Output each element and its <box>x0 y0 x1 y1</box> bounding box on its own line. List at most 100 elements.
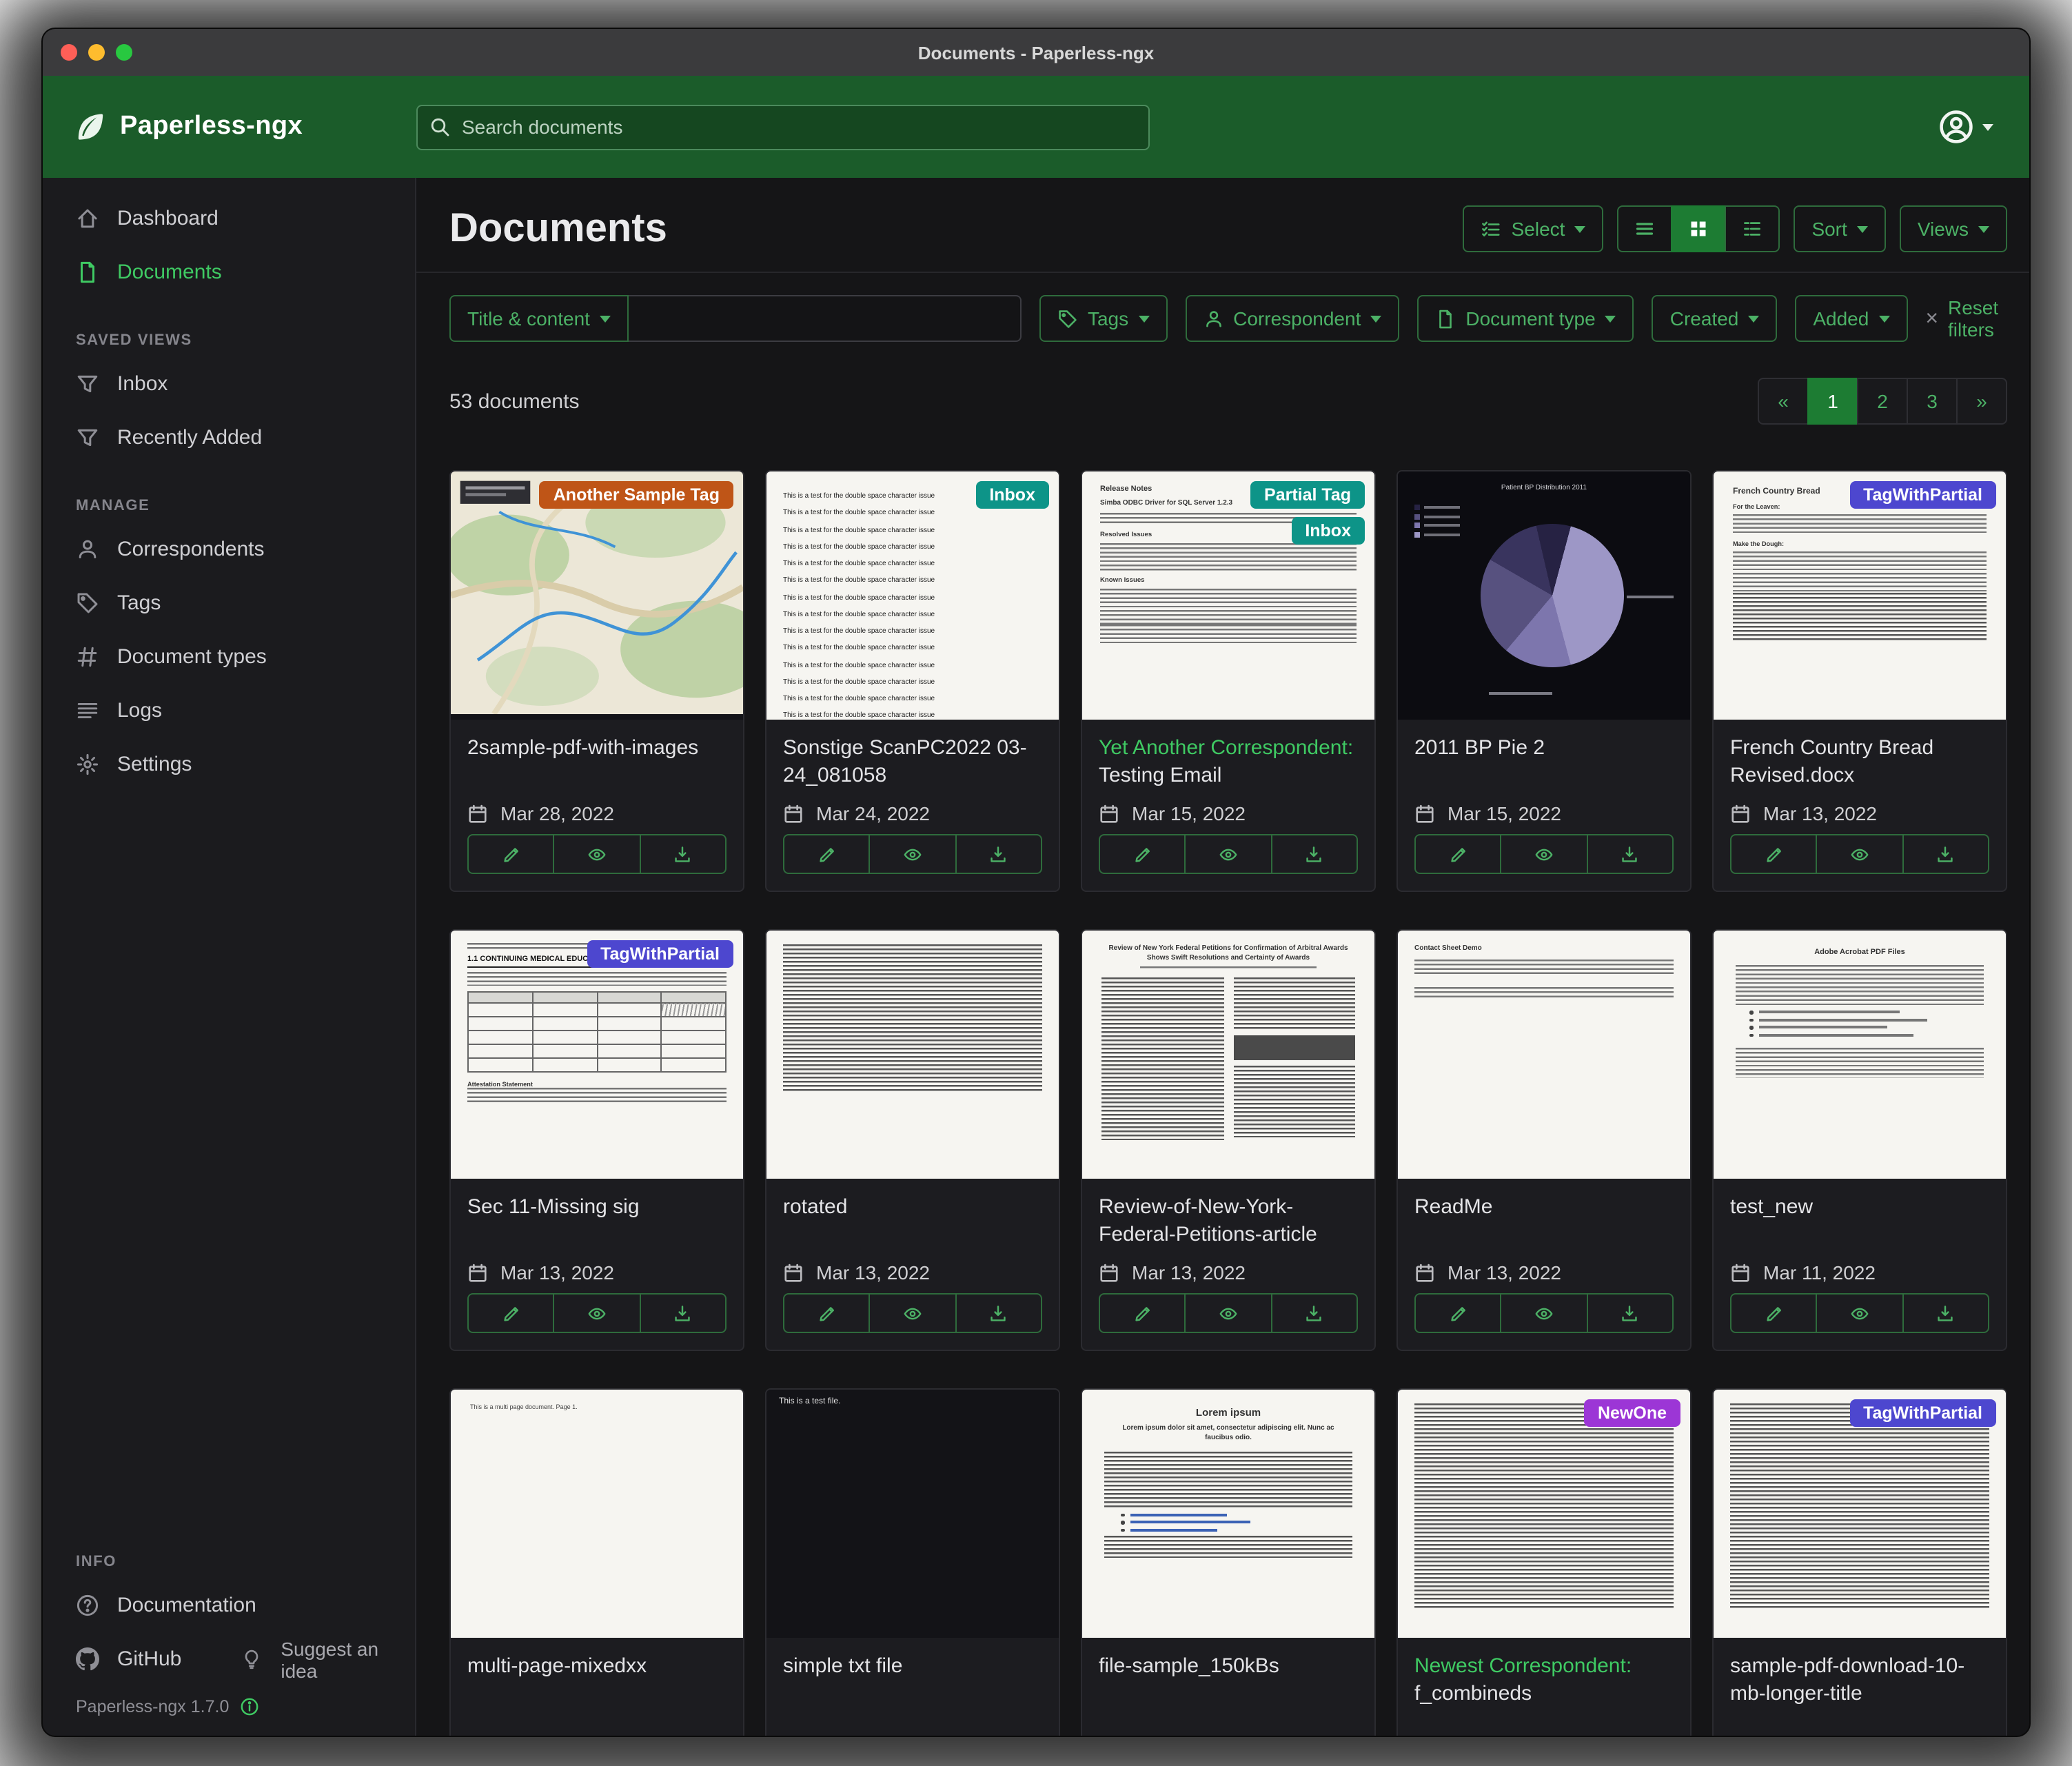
view-button[interactable] <box>1185 834 1272 874</box>
views-button[interactable]: Views <box>1900 205 2007 252</box>
document-thumbnail[interactable]: This is a test for the double space char… <box>766 471 1059 720</box>
filter-correspondent-button[interactable]: Correspondent <box>1185 295 1399 342</box>
document-card[interactable]: Release NotesSimba ODBC Driver for SQL S… <box>1081 470 1376 892</box>
document-thumbnail[interactable]: French Country Bread For the Leaven: Mak… <box>1714 471 2006 720</box>
sidebar-item-github[interactable]: GitHub <box>43 1632 181 1686</box>
document-card[interactable]: This is a multi page document. Page 1. m… <box>449 1388 744 1736</box>
document-card[interactable]: Lorem ipsumLorem ipsum dolor sit amet, c… <box>1081 1388 1376 1736</box>
document-card[interactable]: Contact Sheet Demo ReadMe Mar 13, 2022 <box>1396 929 1692 1351</box>
sidebar-item-logs[interactable]: Logs <box>43 684 415 738</box>
view-button[interactable] <box>1501 834 1588 874</box>
brand[interactable]: Paperless-ngx <box>43 110 416 143</box>
document-card[interactable]: Adobe Acrobat PDF Files test_new Mar 11,… <box>1712 929 2007 1351</box>
document-card[interactable]: TagWithPartial sample-pdf-download-10-mb… <box>1712 1388 2007 1736</box>
document-title[interactable]: Review-of-New-York-Federal-Petitions-art… <box>1099 1194 1358 1248</box>
sort-button[interactable]: Sort <box>1794 205 1885 252</box>
tag-badge[interactable]: TagWithPartial <box>1849 1399 1996 1427</box>
document-card[interactable]: Patient BP Distribution 2011 2011 BP Pie… <box>1396 470 1692 892</box>
view-details-button[interactable] <box>1725 205 1780 252</box>
download-button[interactable] <box>639 834 727 874</box>
view-button[interactable] <box>1501 1293 1588 1333</box>
download-button[interactable] <box>639 1293 727 1333</box>
document-title[interactable]: test_new <box>1730 1194 1989 1221</box>
document-thumbnail[interactable]: NewOne <box>1398 1390 1690 1638</box>
document-thumbnail[interactable]: 1.1 CONTINUING MEDICAL EDUCA Attestation… <box>451 931 743 1179</box>
info-icon[interactable] <box>240 1697 259 1716</box>
document-correspondent[interactable]: Yet Another Correspondent: <box>1099 736 1353 760</box>
view-button[interactable] <box>1816 834 1904 874</box>
sidebar-item-recently-added[interactable]: Recently Added <box>43 411 415 465</box>
edit-button[interactable] <box>467 1293 555 1333</box>
document-thumbnail[interactable]: Another Sample Tag <box>451 471 743 720</box>
document-title[interactable]: Sonstige ScanPC2022 03-24_081058 <box>783 735 1042 789</box>
close-window-button[interactable] <box>61 44 77 61</box>
filter-added-button[interactable]: Added <box>1795 295 1907 342</box>
pagination-next-button[interactable]: » <box>1956 378 2007 425</box>
document-title[interactable]: French Country Bread Revised.docx <box>1730 735 1989 789</box>
document-thumbnail[interactable]: Lorem ipsumLorem ipsum dolor sit amet, c… <box>1082 1390 1374 1638</box>
document-card[interactable]: 1.1 CONTINUING MEDICAL EDUCA Attestation… <box>449 929 744 1351</box>
document-title[interactable]: ReadMe <box>1414 1194 1674 1221</box>
tag-badge[interactable]: TagWithPartial <box>587 940 733 968</box>
edit-button[interactable] <box>1099 834 1186 874</box>
document-title[interactable]: Yet Another Correspondent: Testing Email <box>1099 735 1358 789</box>
edit-button[interactable] <box>467 834 555 874</box>
sidebar-item-correspondents[interactable]: Correspondents <box>43 522 415 576</box>
edit-button[interactable] <box>1730 1293 1818 1333</box>
edit-button[interactable] <box>783 834 871 874</box>
view-button[interactable] <box>869 834 957 874</box>
edit-button[interactable] <box>1414 1293 1502 1333</box>
reset-filters-button[interactable]: Reset filters <box>1925 296 2007 341</box>
tag-badge[interactable]: Inbox <box>975 481 1049 509</box>
tag-badge[interactable]: Inbox <box>1291 517 1365 545</box>
filter-tags-button[interactable]: Tags <box>1039 295 1167 342</box>
sidebar-item-dashboard[interactable]: Dashboard <box>43 192 415 245</box>
document-title[interactable]: multi-page-mixedxx <box>467 1653 727 1681</box>
tag-badge[interactable]: TagWithPartial <box>1849 481 1996 509</box>
download-button[interactable] <box>955 1293 1042 1333</box>
title-content-filter-input[interactable] <box>629 295 1022 342</box>
document-correspondent[interactable]: Newest Correspondent: <box>1414 1654 1632 1678</box>
document-card[interactable]: Another Sample Tag 2sample-pdf-with-imag… <box>449 470 744 892</box>
download-button[interactable] <box>1902 1293 1989 1333</box>
view-button[interactable] <box>1185 1293 1272 1333</box>
edit-button[interactable] <box>1099 1293 1186 1333</box>
document-card[interactable]: This is a test for the double space char… <box>765 470 1060 892</box>
document-thumbnail[interactable]: Contact Sheet Demo <box>1398 931 1690 1179</box>
document-title[interactable]: rotated <box>783 1194 1042 1221</box>
document-thumbnail[interactable]: This is a multi page document. Page 1. <box>451 1390 743 1638</box>
download-button[interactable] <box>1586 1293 1674 1333</box>
view-button[interactable] <box>1816 1293 1904 1333</box>
tag-badge[interactable]: Partial Tag <box>1250 481 1365 509</box>
document-title[interactable]: file-sample_150kBs <box>1099 1653 1358 1681</box>
suggest-idea-link[interactable]: Suggest an idea <box>181 1632 415 1686</box>
pagination-page-3[interactable]: 3 <box>1907 378 1958 425</box>
view-grid-button[interactable] <box>1671 205 1726 252</box>
edit-button[interactable] <box>1414 834 1502 874</box>
view-list-button[interactable] <box>1617 205 1672 252</box>
sidebar-item-tags[interactable]: Tags <box>43 576 415 630</box>
filter-document-type-button[interactable]: Document type <box>1417 295 1634 342</box>
user-menu[interactable] <box>1938 109 2029 145</box>
view-button[interactable] <box>869 1293 957 1333</box>
view-button[interactable] <box>553 834 641 874</box>
view-button[interactable] <box>553 1293 641 1333</box>
title-content-filter-button[interactable]: Title & content <box>449 295 629 342</box>
pagination-page-2[interactable]: 2 <box>1857 378 1908 425</box>
document-thumbnail[interactable] <box>766 931 1059 1179</box>
filter-created-button[interactable]: Created <box>1652 295 1778 342</box>
sidebar-item-documentation[interactable]: Documentation <box>43 1579 415 1632</box>
document-card[interactable]: Review of New York Federal Petitions for… <box>1081 929 1376 1351</box>
tag-badge[interactable]: NewOne <box>1584 1399 1680 1427</box>
document-thumbnail[interactable]: Adobe Acrobat PDF Files <box>1714 931 2006 1179</box>
document-card[interactable]: This is a test file. simple txt file <box>765 1388 1060 1736</box>
download-button[interactable] <box>1902 834 1989 874</box>
download-button[interactable] <box>1270 1293 1358 1333</box>
document-thumbnail[interactable]: TagWithPartial <box>1714 1390 2006 1638</box>
document-card[interactable]: French Country Bread For the Leaven: Mak… <box>1712 470 2007 892</box>
document-thumbnail[interactable]: This is a test file. <box>766 1390 1059 1638</box>
sidebar-item-document-types[interactable]: Document types <box>43 630 415 684</box>
select-button[interactable]: Select <box>1463 205 1604 252</box>
document-card[interactable]: NewOne Newest Correspondent: f_combineds <box>1396 1388 1692 1736</box>
search-input[interactable] <box>416 104 1150 150</box>
